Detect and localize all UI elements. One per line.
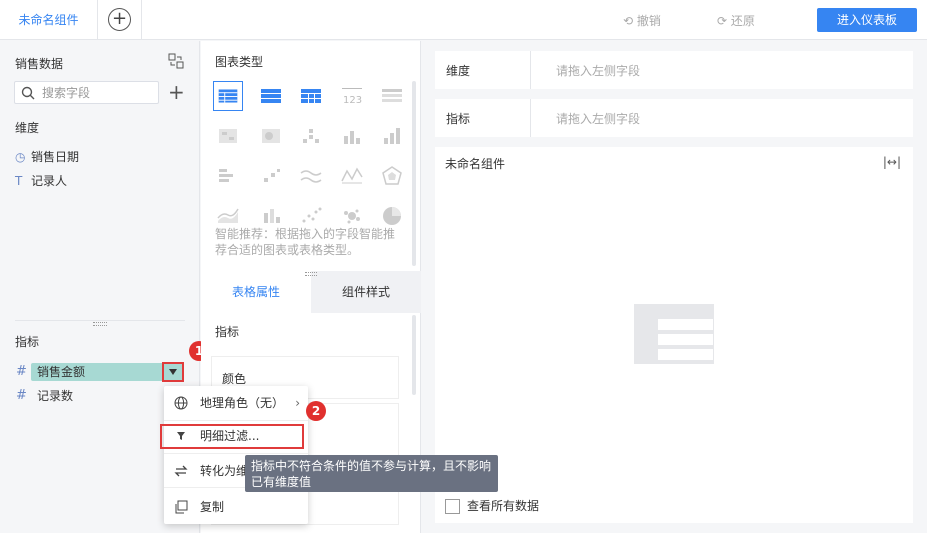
radar-chart-icon[interactable] — [377, 161, 407, 191]
redo-button[interactable]: ⟳ 还原 — [717, 12, 755, 29]
enter-dashboard-button[interactable]: 进入仪表板 — [817, 8, 917, 32]
dimension-drop-zone[interactable]: 维度 请拖入左侧字段 — [435, 51, 913, 89]
field-record-count[interactable]: 记录数 — [37, 386, 73, 406]
tab-component-style[interactable]: 组件样式 — [311, 271, 421, 313]
top-bar: 未命名组件 + ⟲ 撤销 ⟳ 还原 进入仪表板 — [0, 0, 927, 40]
component-canvas: 未命名组件 |↔| 查看所有数据 — [435, 147, 913, 523]
chart-type-icon[interactable] — [256, 161, 286, 191]
svg-text:123: 123 — [343, 95, 362, 106]
search-input[interactable] — [42, 84, 152, 101]
menu-item-label: 地理角色（无） — [200, 396, 285, 410]
heatmap-icon[interactable] — [256, 121, 286, 151]
bar-chart-icon[interactable] — [337, 121, 367, 151]
field-label: 记录人 — [31, 174, 68, 188]
chart-type-icon[interactable] — [213, 121, 243, 151]
redo-icon: ⟳ — [717, 14, 731, 28]
undo-button[interactable]: ⟲ 撤销 — [623, 12, 661, 29]
color-label: 颜色 — [222, 372, 247, 386]
canvas-title: 未命名组件 — [445, 157, 506, 171]
chart-type-title: 图表类型 — [215, 55, 264, 69]
recommend-text: 智能推荐：根据拖入的字段智能推荐合适的图表或表格类型。 — [215, 227, 396, 257]
grouped-table-icon[interactable] — [256, 81, 286, 111]
highlight-box — [160, 424, 304, 449]
dimension-slot-label: 维度 — [446, 64, 471, 78]
field-dropdown-button[interactable] — [162, 362, 184, 382]
redo-label: 还原 — [730, 14, 755, 28]
measure-slot-placeholder: 请拖入左侧字段 — [556, 112, 641, 126]
detail-table-icon[interactable] — [377, 81, 407, 111]
dataset-title: 销售数据 — [15, 57, 64, 71]
hash-icon: # — [16, 364, 27, 379]
tab-table-properties[interactable]: 表格属性 — [201, 271, 311, 313]
view-all-data-label: 查看所有数据 — [467, 499, 540, 513]
text-type-icon: T — [15, 174, 23, 188]
copy-icon — [175, 500, 188, 514]
menu-item-label: 复制 — [200, 500, 225, 514]
resize-grip[interactable] — [305, 272, 317, 276]
property-section-label: 指标 — [215, 325, 240, 339]
chart-grid-scrollbar[interactable] — [412, 81, 416, 266]
swap-icon — [174, 465, 188, 477]
menu-item-copy[interactable]: 复制 — [164, 492, 308, 522]
chart-type-icon[interactable] — [296, 121, 326, 151]
cross-table-icon[interactable] — [296, 81, 326, 111]
dimension-section-label: 维度 — [15, 121, 40, 135]
search-icon — [21, 86, 35, 100]
field-search[interactable] — [14, 81, 159, 104]
plus-circle-icon: + — [108, 8, 131, 31]
undo-icon: ⟲ — [623, 14, 637, 28]
tab-component[interactable]: 未命名组件 — [0, 0, 98, 40]
slot-separator — [530, 99, 531, 137]
measure-section-label: 指标 — [15, 335, 40, 349]
step-badge-2: 2 — [306, 401, 326, 421]
checkbox-box[interactable] — [445, 499, 460, 514]
menu-divider — [164, 453, 308, 454]
field-recorder[interactable]: T 记录人 — [15, 171, 67, 191]
chart-type-icon[interactable] — [337, 161, 367, 191]
add-field-button[interactable]: + — [168, 81, 185, 103]
slot-separator — [530, 51, 531, 89]
kpi-number-icon[interactable]: 123 — [337, 81, 367, 111]
clock-icon: ◷ — [15, 150, 26, 164]
measure-slot-label: 指标 — [446, 112, 471, 126]
globe-icon — [174, 396, 188, 410]
column-chart-icon[interactable] — [377, 121, 407, 151]
line-chart-icon[interactable] — [296, 161, 326, 191]
config-tabs: 表格属性 组件样式 — [201, 271, 421, 313]
field-label: 销售金额 — [37, 365, 86, 379]
resize-grip[interactable] — [93, 322, 107, 326]
panel-divider — [15, 320, 185, 321]
chart-type-icon[interactable] — [213, 161, 243, 191]
properties-scrollbar[interactable] — [412, 315, 416, 395]
chevron-right-icon: › — [295, 396, 300, 410]
add-tab-button[interactable]: + — [98, 0, 142, 40]
hash-icon: # — [16, 388, 27, 403]
menu-item-geo-role[interactable]: 地理角色（无） › — [164, 388, 308, 418]
empty-table-placeholder — [634, 304, 714, 364]
table-chart-icon[interactable] — [213, 81, 243, 111]
switch-dataset-icon[interactable] — [168, 53, 184, 69]
undo-label: 撤销 — [636, 14, 661, 28]
fit-width-icon[interactable]: |↔| — [883, 155, 901, 169]
dimension-slot-placeholder: 请拖入左侧字段 — [556, 64, 641, 78]
measure-drop-zone[interactable]: 指标 请拖入左侧字段 — [435, 99, 913, 137]
field-label: 记录数 — [37, 389, 74, 403]
field-label: 销售日期 — [31, 150, 80, 164]
filter-tooltip: 指标中不符合条件的值不参与计算，且不影响已有维度值 — [245, 455, 498, 492]
field-sales-date[interactable]: ◷ 销售日期 — [15, 147, 79, 167]
